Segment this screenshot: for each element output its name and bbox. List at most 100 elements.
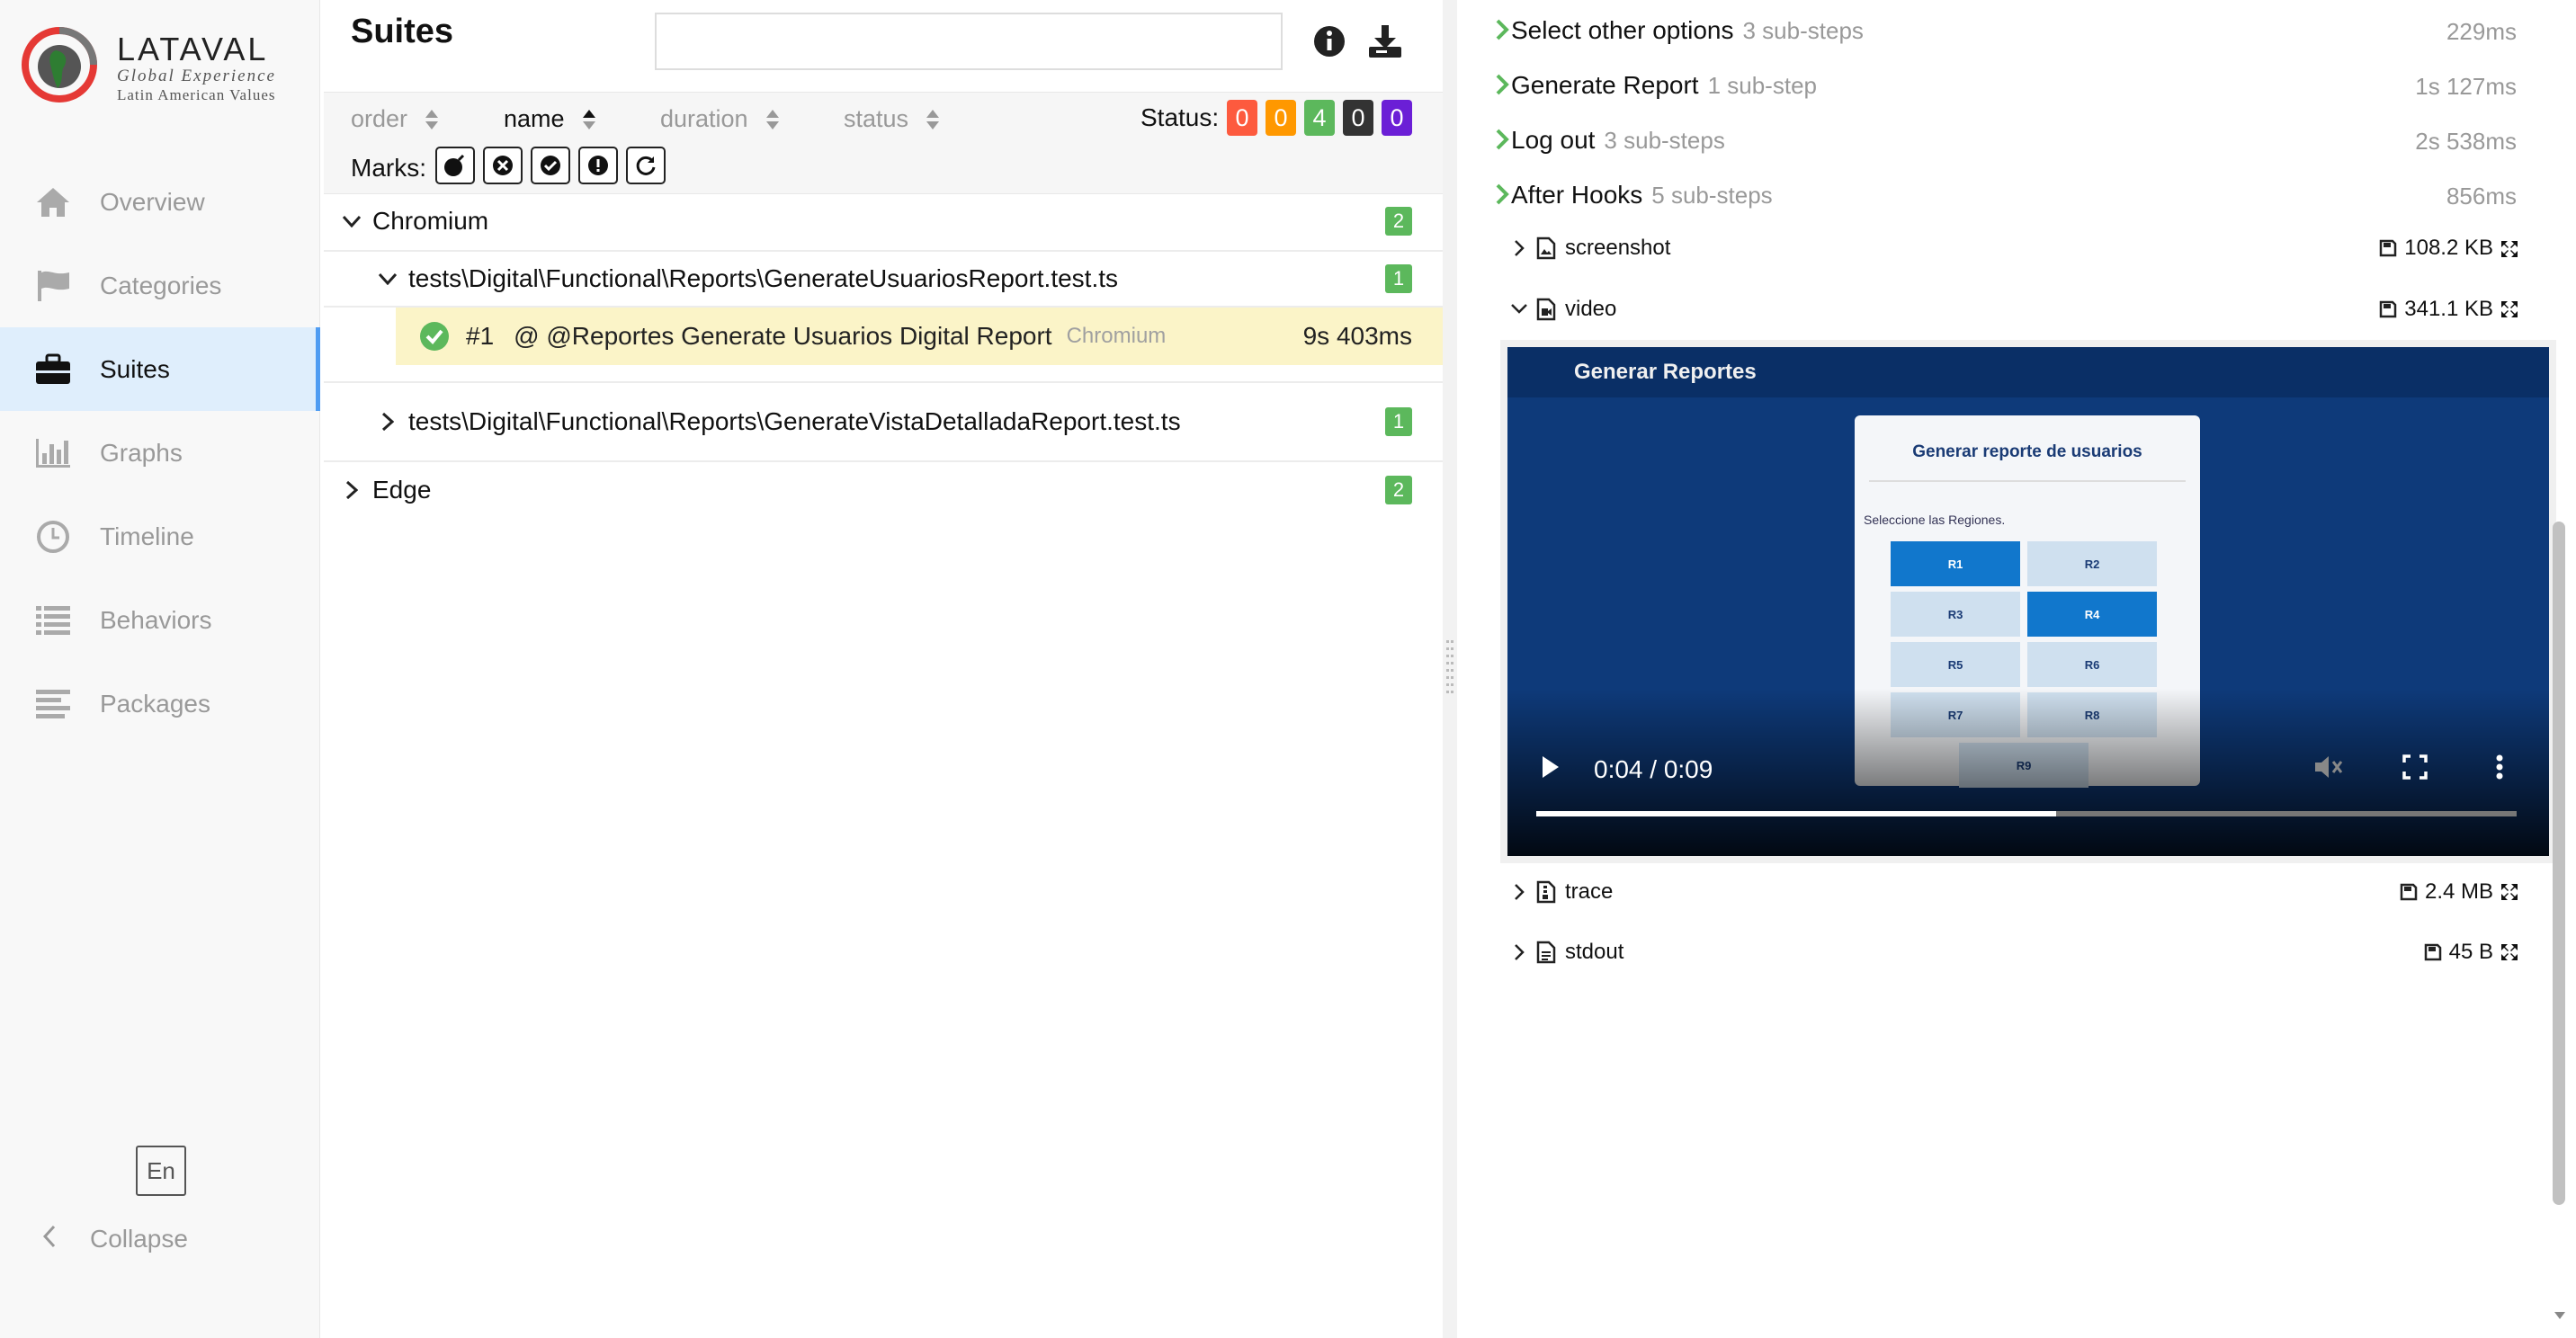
group-label: Edge [372,476,432,504]
step-name: Generate Report [1511,71,1699,99]
sidebar-item-overview[interactable]: Overview [0,160,320,244]
region-button: R4 [2027,592,2157,637]
status-unknown-toggle[interactable]: 0 [1382,100,1412,136]
status-failed-toggle[interactable]: 0 [1227,100,1257,136]
attachment-screenshot[interactable]: screenshot [1536,236,1670,261]
step-substeps: 3 sub-steps [1604,126,1725,154]
sidebar-item-behaviors[interactable]: Behaviors [0,578,320,662]
attachment-size-value: 108.2 KB [2404,236,2493,260]
expand-icon[interactable] [2500,942,2519,962]
count-badge: 2 [1385,207,1412,236]
sort-icon [926,109,940,129]
download-icon[interactable] [1367,23,1403,59]
status-passed-toggle[interactable]: 4 [1304,100,1335,136]
chevron-right-icon[interactable] [1513,942,1525,962]
fullscreen-icon[interactable] [2402,754,2428,780]
tree-group-file[interactable]: tests\Digital\Functional\Reports\Generat… [324,381,1443,462]
sidebar-item-graphs[interactable]: Graphs [0,411,320,495]
more-options-icon[interactable] [2495,754,2504,780]
lataval-logo[interactable]: LATAVAL Global Experience Latin American… [20,23,290,108]
globe-logo-icon [22,27,97,103]
tree-group-edge[interactable]: Edge 2 [324,462,1443,518]
attachment-trace[interactable]: trace [1536,879,1613,905]
sidebar-item-timeline[interactable]: Timeline [0,495,320,578]
file-text-icon [1536,941,1556,964]
sort-order[interactable]: order [351,105,440,133]
sidebar-item-label: Packages [100,689,210,718]
play-icon[interactable] [1540,754,1561,780]
attachment-size-value: 341.1 KB [2404,297,2493,321]
sort-status[interactable]: status [844,105,941,133]
step-row[interactable]: Log out 3 sub-steps [1511,126,1725,155]
sidebar-item-suites[interactable]: Suites [0,327,320,411]
file-image-icon [1536,236,1556,260]
sidebar-item-packages[interactable]: Packages [0,662,320,745]
scroll-down-arrow-icon[interactable] [2553,1309,2567,1322]
passed-status-icon [420,322,449,351]
volume-icon[interactable] [2313,754,2344,780]
search-input[interactable] [655,13,1283,70]
step-substeps: 3 sub-steps [1742,16,1864,44]
suites-pane: Suites order name duration status Status… [324,0,1443,1338]
home-icon [33,183,73,222]
sort-name[interactable]: name [504,105,597,133]
video-player[interactable]: Generar Reportes Generar reporte de usua… [1500,340,2556,863]
region-button: R5 [1891,642,2020,687]
sort-order-label: order [351,105,408,132]
test-case-row[interactable]: #1 @ @Reportes Generate Usuarios Digital… [396,308,1443,365]
mark-new-failed-toggle[interactable] [483,147,523,184]
attachment-name: trace [1565,879,1614,904]
video-progress-fill [1536,811,2056,816]
scrollbar-thumb[interactable] [2553,522,2565,1205]
step-row[interactable]: Generate Report 1 sub-step [1511,71,1817,100]
step-duration: 1s 127ms [2415,73,2517,100]
sidebar-item-label: Overview [100,187,205,216]
attachment-stdout[interactable]: stdout [1536,940,1623,965]
sidebar-nav: Overview Categories Suites Graphs Timeli… [0,160,320,745]
step-row[interactable]: After Hooks 5 sub-steps [1511,181,1773,210]
step-row[interactable]: Select other options 3 sub-steps [1511,16,1864,45]
info-icon[interactable] [1311,23,1347,59]
times-circle-icon [493,156,513,175]
step-duration: 856ms [2446,183,2517,210]
mark-flaky-toggle[interactable] [435,147,475,184]
save-icon [2400,883,2418,901]
mark-new-passed-toggle[interactable] [531,147,570,184]
test-number: #1 [466,322,495,350]
sort-duration[interactable]: duration [660,105,781,133]
expand-icon[interactable] [2500,882,2519,902]
attachment-video[interactable]: video [1536,297,1616,322]
language-button[interactable]: En [136,1146,186,1196]
chevron-right-icon[interactable] [1513,882,1525,902]
test-duration: 9s 403ms [1302,322,1412,350]
sidebar: LATAVAL Global Experience Latin American… [0,0,320,1338]
list-icon [33,601,73,640]
chevron-right-icon[interactable] [1513,238,1525,258]
sort-duration-label: duration [660,105,748,132]
clock-icon [33,517,73,557]
expand-icon[interactable] [2500,239,2519,259]
expand-icon[interactable] [2500,299,2519,319]
exclamation-circle-icon [588,156,608,175]
brand-tagline-1: Global Experience [117,67,276,85]
video-frame: Generar Reportes Generar reporte de usua… [1507,347,2549,856]
chevron-down-icon [376,272,399,285]
mark-retries-toggle[interactable] [626,147,666,184]
chevron-right-icon [376,412,399,432]
video-dialog-title: Generar reporte de usuarios [1869,424,2186,482]
status-skipped-toggle[interactable]: 0 [1343,100,1373,136]
tree-group-file[interactable]: tests\Digital\Functional\Reports\Generat… [324,252,1443,308]
region-button: R3 [1891,592,2020,637]
tree-group-chromium[interactable]: Chromium 2 [324,192,1443,252]
collapse-button[interactable]: Collapse [0,1214,188,1264]
attachment-size: 45 B [2424,940,2493,965]
video-progress-bar[interactable] [1536,811,2517,816]
mark-new-broken-toggle[interactable] [578,147,618,184]
attachment-name: video [1565,297,1617,321]
sort-icon [425,109,439,129]
chevron-down-icon[interactable] [1509,302,1529,315]
drag-handle-icon[interactable] [1445,638,1455,696]
status-broken-toggle[interactable]: 0 [1266,100,1296,136]
page-title: Suites [351,13,454,50]
sidebar-item-categories[interactable]: Categories [0,244,320,327]
